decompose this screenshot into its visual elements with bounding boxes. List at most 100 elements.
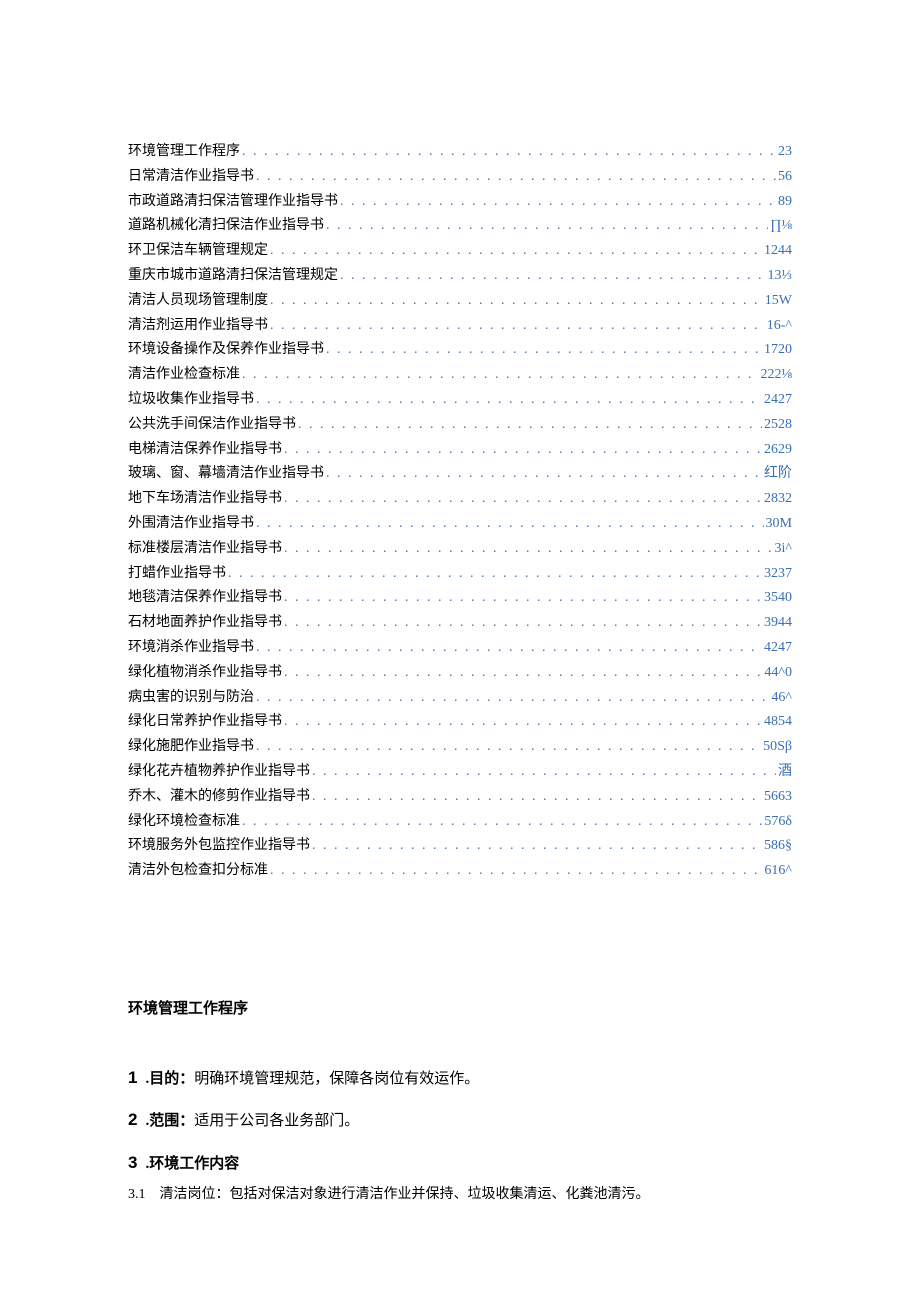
toc-entry: 电梯清洁保养作业指导书. . . . . . . . . . . . . . .… [128, 442, 792, 459]
sub-item: 3.1 清洁岗位：包括对保洁对象进行清洁作业并保持、垃圾收集清运、化粪池清污。 [128, 1187, 792, 1204]
toc-leader-dots: . . . . . . . . . . . . . . . . . . . . … [242, 367, 759, 384]
toc-entry: 道路机械化清扫保洁作业指导书. . . . . . . . . . . . . … [128, 218, 792, 235]
toc-leader-dots: . . . . . . . . . . . . . . . . . . . . … [270, 318, 765, 335]
toc-title: 市政道路清扫保洁管理作业指导书 [128, 194, 338, 211]
toc-leader-dots: . . . . . . . . . . . . . . . . . . . . … [284, 541, 773, 558]
toc-title: 清洁人员现场管理制度 [128, 293, 268, 310]
toc-title: 公共洗手间保洁作业指导书 [128, 417, 296, 434]
item-text: 适用于公司各业务部门。 [194, 1113, 359, 1129]
item-number: 1 [128, 1068, 137, 1087]
toc-entry: 环境设备操作及保养作业指导书. . . . . . . . . . . . . … [128, 342, 792, 359]
toc-page-number: 2528 [764, 417, 792, 434]
toc-leader-dots: . . . . . . . . . . . . . . . . . . . . … [340, 268, 766, 285]
toc-leader-dots: . . . . . . . . . . . . . . . . . . . . … [270, 863, 762, 880]
numbered-item: 1.目的：明确环境管理规范，保障各岗位有效运作。 [128, 1068, 792, 1088]
toc-entry: 重庆市城市道路清扫保洁管理规定. . . . . . . . . . . . .… [128, 268, 792, 285]
toc-title: 环境设备操作及保养作业指导书 [128, 342, 324, 359]
toc-entry: 环境服务外包监控作业指导书. . . . . . . . . . . . . .… [128, 838, 792, 855]
toc-page-number: 15W [765, 293, 792, 310]
toc-leader-dots: . . . . . . . . . . . . . . . . . . . . … [270, 293, 763, 310]
toc-leader-dots: . . . . . . . . . . . . . . . . . . . . … [284, 615, 762, 632]
toc-title: 绿化环境检查标准 [128, 814, 240, 831]
item-label: .环境工作内容 [145, 1156, 239, 1172]
item-label: .范围： [145, 1113, 194, 1129]
toc-title: 日常清洁作业指导书 [128, 169, 254, 186]
toc-leader-dots: . . . . . . . . . . . . . . . . . . . . … [242, 144, 776, 161]
toc-title: 石材地面养护作业指导书 [128, 615, 282, 632]
toc-title: 打蜡作业指导书 [128, 566, 226, 583]
toc-page-number: ∏⅛ [770, 218, 792, 235]
toc-leader-dots: . . . . . . . . . . . . . . . . . . . . … [256, 690, 769, 707]
toc-entry: 清洁作业检查标准. . . . . . . . . . . . . . . . … [128, 367, 792, 384]
toc-entry: 绿化植物消杀作业指导书. . . . . . . . . . . . . . .… [128, 665, 792, 682]
toc-leader-dots: . . . . . . . . . . . . . . . . . . . . … [256, 392, 762, 409]
toc-page-number: 46^ [771, 690, 792, 707]
toc-page-number: 3540 [764, 590, 792, 607]
toc-page-number: 89 [778, 194, 792, 211]
item-text: 明确环境管理规范，保障各岗位有效运作。 [194, 1071, 479, 1087]
toc-title: 标准楼层清洁作业指导书 [128, 541, 282, 558]
toc-leader-dots: . . . . . . . . . . . . . . . . . . . . … [312, 789, 762, 806]
item-number: 2 [128, 1110, 137, 1129]
toc-entry: 外围清洁作业指导书. . . . . . . . . . . . . . . .… [128, 516, 792, 533]
toc-title: 清洁作业检查标准 [128, 367, 240, 384]
toc-title: 环境服务外包监控作业指导书 [128, 838, 310, 855]
toc-entry: 绿化花卉植物养护作业指导书. . . . . . . . . . . . . .… [128, 764, 792, 781]
toc-entry: 标准楼层清洁作业指导书. . . . . . . . . . . . . . .… [128, 541, 792, 558]
toc-page-number: 2629 [764, 442, 792, 459]
toc-leader-dots: . . . . . . . . . . . . . . . . . . . . … [284, 714, 762, 731]
toc-page-number: 56 [778, 169, 792, 186]
toc-page-number: 3944 [764, 615, 792, 632]
toc-leader-dots: . . . . . . . . . . . . . . . . . . . . … [228, 566, 762, 583]
toc-page-number: 2427 [764, 392, 792, 409]
toc-leader-dots: . . . . . . . . . . . . . . . . . . . . … [326, 342, 762, 359]
toc-title: 地下车场清洁作业指导书 [128, 491, 282, 508]
toc-title: 重庆市城市道路清扫保洁管理规定 [128, 268, 338, 285]
toc-entry: 打蜡作业指导书. . . . . . . . . . . . . . . . .… [128, 566, 792, 583]
toc-page-number: 616^ [764, 863, 792, 880]
numbered-list: 1.目的：明确环境管理规范，保障各岗位有效运作。 2 .范围：适用于公司各业务部门。… [128, 1068, 792, 1173]
toc-leader-dots: . . . . . . . . . . . . . . . . . . . . … [256, 739, 761, 756]
toc-page-number: 4247 [764, 640, 792, 657]
toc-title: 清洁外包检查扣分标准 [128, 863, 268, 880]
toc-entry: 绿化环境检查标准. . . . . . . . . . . . . . . . … [128, 814, 792, 831]
toc-leader-dots: . . . . . . . . . . . . . . . . . . . . … [298, 417, 762, 434]
toc-page-number: 1244 [764, 243, 792, 260]
toc-entry: 公共洗手间保洁作业指导书. . . . . . . . . . . . . . … [128, 417, 792, 434]
toc-entry: 环境消杀作业指导书. . . . . . . . . . . . . . . .… [128, 640, 792, 657]
toc-title: 乔木、灌木的修剪作业指导书 [128, 789, 310, 806]
toc-leader-dots: . . . . . . . . . . . . . . . . . . . . … [312, 764, 776, 781]
toc-page-number: 23 [778, 144, 792, 161]
toc-title: 绿化花卉植物养护作业指导书 [128, 764, 310, 781]
numbered-item: 2 .范围：适用于公司各业务部门。 [128, 1110, 792, 1130]
toc-title: 玻璃、窗、幕墙清洁作业指导书 [128, 466, 324, 483]
toc-entry: 玻璃、窗、幕墙清洁作业指导书. . . . . . . . . . . . . … [128, 466, 792, 483]
toc-leader-dots: . . . . . . . . . . . . . . . . . . . . … [326, 466, 762, 483]
toc-page-number: 44^0 [764, 665, 792, 682]
toc-leader-dots: . . . . . . . . . . . . . . . . . . . . … [256, 516, 764, 533]
toc-page-number: 3237 [764, 566, 792, 583]
toc-page-number: 酒 [778, 764, 792, 781]
toc-entry: 石材地面养护作业指导书. . . . . . . . . . . . . . .… [128, 615, 792, 632]
section-heading: 环境管理工作程序 [128, 1000, 792, 1018]
toc-entry: 清洁外包检查扣分标准. . . . . . . . . . . . . . . … [128, 863, 792, 880]
toc-title: 环境管理工作程序 [128, 144, 240, 161]
toc-title: 外围清洁作业指导书 [128, 516, 254, 533]
toc-leader-dots: . . . . . . . . . . . . . . . . . . . . … [256, 169, 776, 186]
toc-leader-dots: . . . . . . . . . . . . . . . . . . . . … [312, 838, 762, 855]
toc-entry: 绿化施肥作业指导书. . . . . . . . . . . . . . . .… [128, 739, 792, 756]
toc-page-number: 50Sβ [763, 739, 792, 756]
toc-title: 垃圾收集作业指导书 [128, 392, 254, 409]
toc-entry: 地毯清洁保养作业指导书. . . . . . . . . . . . . . .… [128, 590, 792, 607]
sub-item-text: 清洁岗位：包括对保洁对象进行清洁作业并保持、垃圾收集清运、化粪池清污。 [160, 1187, 650, 1202]
toc-title: 电梯清洁保养作业指导书 [128, 442, 282, 459]
toc-entry: 环卫保洁车辆管理规定. . . . . . . . . . . . . . . … [128, 243, 792, 260]
toc-page-number: 222⅛ [761, 367, 793, 384]
toc-page-number: 红阶 [764, 466, 792, 483]
toc-leader-dots: . . . . . . . . . . . . . . . . . . . . … [284, 442, 762, 459]
toc-entry: 清洁剂运用作业指导书. . . . . . . . . . . . . . . … [128, 318, 792, 335]
toc-page-number: 576δ [764, 814, 792, 831]
toc-leader-dots: . . . . . . . . . . . . . . . . . . . . … [270, 243, 762, 260]
toc-entry: 清洁人员现场管理制度. . . . . . . . . . . . . . . … [128, 293, 792, 310]
toc-entry: 病虫害的识别与防治. . . . . . . . . . . . . . . .… [128, 690, 792, 707]
